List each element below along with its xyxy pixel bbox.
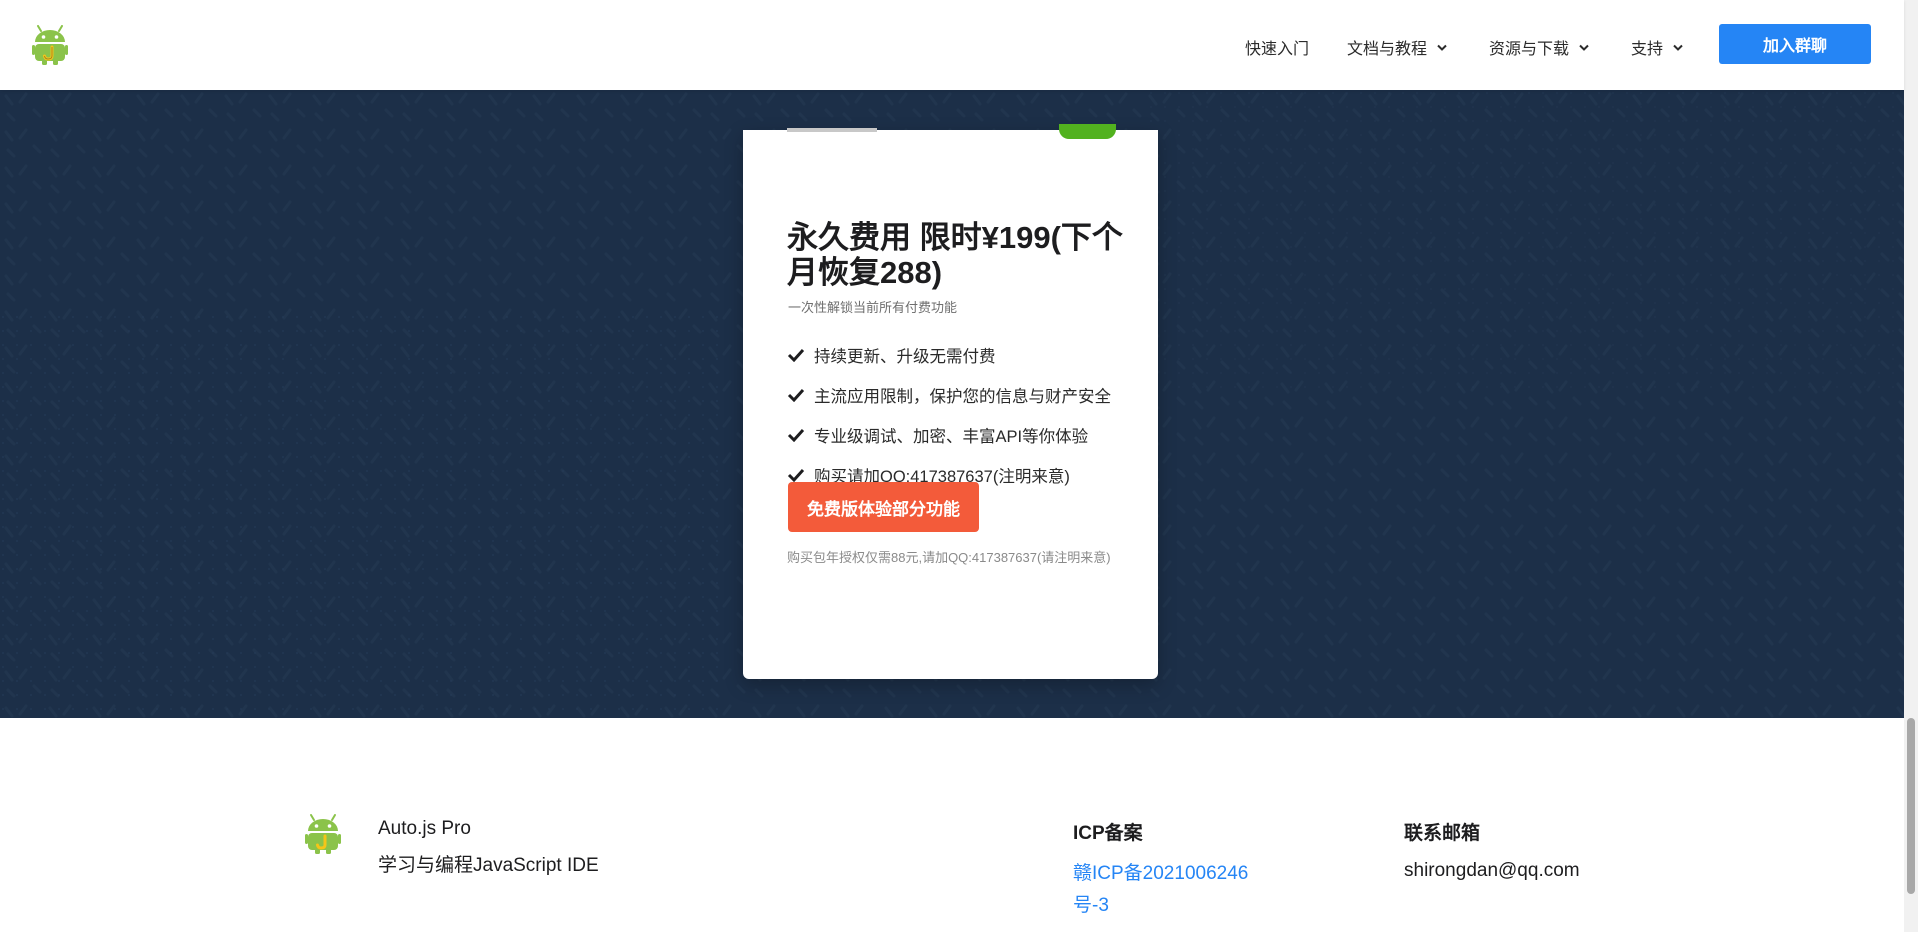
feature-text: 主流应用限制，保护您的信息与财产安全 <box>814 388 1111 406</box>
feature-list: 持续更新、升级无需付费 主流应用限制，保护您的信息与财产安全 专业级调试、加密、… <box>787 335 1111 495</box>
check-icon <box>787 428 805 442</box>
nav-item-label: 文档与教程 <box>1347 41 1428 58</box>
nav-item-docs[interactable]: 文档与教程 <box>1347 35 1447 59</box>
nav-item-support[interactable]: 支持 <box>1631 35 1683 59</box>
icp-link[interactable]: 赣ICP备2021006246号-3 <box>1073 858 1258 922</box>
feature-item: 持续更新、升级无需付费 <box>787 335 1111 375</box>
top-navbar: 快速入门 文档与教程 资源与下载 支持 加入群聊 <box>0 0 1904 90</box>
nav-item-label: 支持 <box>1631 41 1664 58</box>
footer-tagline: 学习与编程JavaScript IDE <box>378 855 599 876</box>
price-title: 永久费用 限时¥199(下个月恢复288) <box>787 220 1123 290</box>
nav-item-resources[interactable]: 资源与下载 <box>1489 35 1589 59</box>
purchase-note: 购买包年授权仅需88元,请加QQ:417387637(请注明来意) <box>787 550 1111 565</box>
chevron-down-icon <box>1579 44 1589 51</box>
nav-item-quickstart[interactable]: 快速入门 <box>1245 35 1309 59</box>
free-trial-button[interactable]: 免费版体验部分功能 <box>788 482 979 532</box>
vertical-scrollbar[interactable] <box>1904 0 1918 932</box>
email-heading: 联系邮箱 <box>1404 823 1481 844</box>
feature-text: 专业级调试、加密、丰富API等你体验 <box>814 428 1089 446</box>
scrollbar-thumb[interactable] <box>1907 718 1915 894</box>
nav-item-label: 快速入门 <box>1245 41 1310 58</box>
check-icon <box>787 468 805 482</box>
check-icon <box>787 348 805 362</box>
pricing-section: 永久费用 限时¥199(下个月恢复288) 一次性解锁当前所有付费功能 持续更新… <box>0 90 1904 718</box>
price-subtitle: 一次性解锁当前所有付费功能 <box>788 300 958 315</box>
android-robot-j-logo-icon[interactable] <box>32 25 68 65</box>
footer-brand: Auto.js Pro <box>378 818 471 839</box>
icp-heading: ICP备案 <box>1073 823 1143 844</box>
feature-item: 主流应用限制，保护您的信息与财产安全 <box>787 375 1111 415</box>
chevron-down-icon <box>1673 44 1683 51</box>
contact-email: shirongdan@qq.com <box>1404 860 1580 881</box>
feature-item: 专业级调试、加密、丰富API等你体验 <box>787 415 1111 455</box>
android-robot-j-logo-icon <box>305 814 341 854</box>
check-icon <box>787 388 805 402</box>
feature-text: 持续更新、升级无需付费 <box>814 348 996 366</box>
nav-item-label: 资源与下载 <box>1489 41 1570 58</box>
chevron-down-icon <box>1437 44 1447 51</box>
join-group-button[interactable]: 加入群聊 <box>1719 24 1871 64</box>
cropped-price-line <box>787 124 907 134</box>
pricing-card: 永久费用 限时¥199(下个月恢复288) 一次性解锁当前所有付费功能 持续更新… <box>743 124 1158 679</box>
recommend-badge <box>1059 124 1116 139</box>
page: 快速入门 文档与教程 资源与下载 支持 加入群聊 永久费用 限时¥199(下个月… <box>0 0 1918 932</box>
